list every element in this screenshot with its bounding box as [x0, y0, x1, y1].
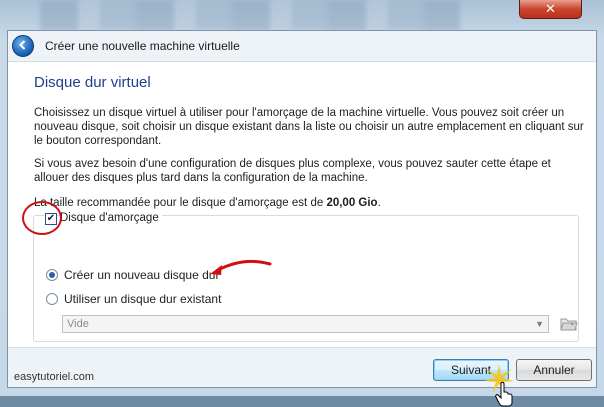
window-frame: ✕ Créer une nouvelle machine virtuelle D… [0, 0, 604, 407]
annotation-arrow-icon [210, 260, 272, 275]
mouse-cursor-icon [495, 381, 513, 407]
close-icon: ✕ [545, 1, 556, 17]
recommended-size-value: 20,00 Gio [326, 197, 378, 209]
create-new-disk-radio[interactable] [46, 269, 58, 281]
page-heading: Disque dur virtuel [34, 74, 151, 91]
recommended-suffix: . [377, 197, 381, 209]
boot-disk-label[interactable]: Disque d'amorçage [60, 212, 162, 224]
dialog-client: Créer une nouvelle machine virtuelle Dis… [7, 30, 597, 407]
title-bar: Créer une nouvelle machine virtuelle [8, 31, 596, 61]
annotation-circle [22, 201, 62, 235]
use-existing-disk-label[interactable]: Utiliser un disque dur existant [64, 292, 221, 306]
window-title: Créer une nouvelle machine virtuelle [45, 39, 240, 53]
folder-icon [560, 318, 578, 331]
description-paragraph: Choisissez un disque virtuel à utiliser … [34, 107, 584, 147]
cancel-button[interactable]: Annuler [516, 359, 592, 381]
chevron-down-icon: ▼ [535, 319, 544, 329]
watermark: easytutoriel.com [14, 371, 95, 383]
back-arrow-icon [17, 39, 29, 54]
background-blur [40, 0, 460, 30]
use-existing-disk-radio[interactable] [46, 293, 58, 305]
existing-disk-value: Vide [67, 318, 89, 330]
advanced-info-paragraph: Si vous avez besoin d'une configuration … [34, 158, 551, 184]
existing-disk-select[interactable]: Vide ▼ [62, 315, 549, 333]
choose-file-button[interactable] [559, 314, 579, 334]
wizard-page: Disque dur virtuel Choisissez un disque … [8, 61, 596, 348]
back-button[interactable] [12, 35, 34, 57]
recommended-prefix: La taille recommandée pour le disque d'a… [34, 197, 327, 209]
close-button[interactable]: ✕ [519, 0, 582, 19]
create-new-disk-label[interactable]: Créer un nouveau disque dur [64, 268, 219, 282]
recommended-size-text: La taille recommandée pour le disque d'a… [34, 196, 584, 210]
